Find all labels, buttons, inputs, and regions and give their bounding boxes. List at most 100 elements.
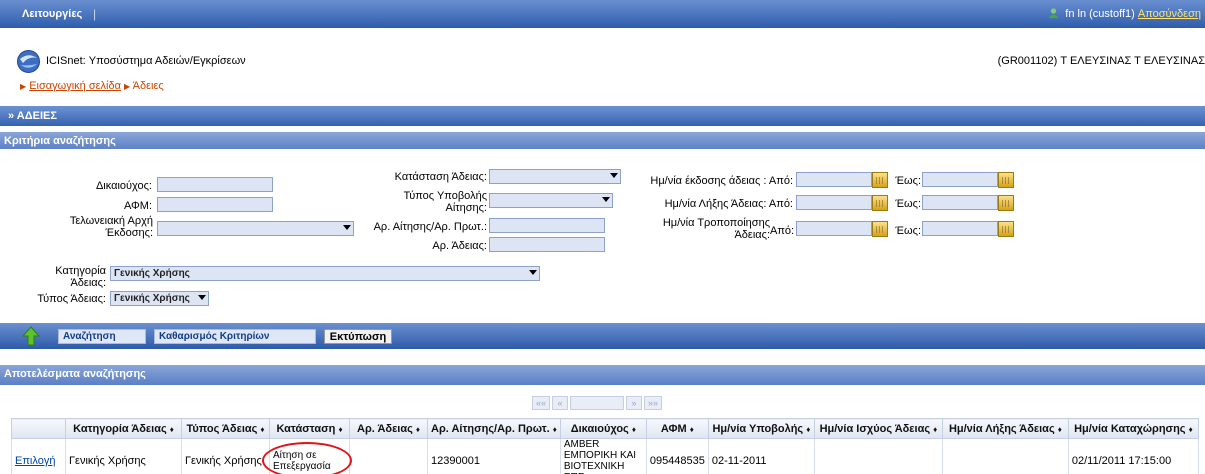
results-title: Αποτελέσματα αναζήτησης: [4, 368, 146, 380]
license-no-input[interactable]: [489, 237, 605, 252]
top-menu-bar: Λειτουργίες | fn ln (custoff1) Αποσύνδεσ…: [0, 0, 1205, 28]
calendar-icon[interactable]: [998, 195, 1014, 211]
row-license-no: [349, 438, 428, 474]
column-header-expiry-date[interactable]: Ημ/νία Λήξης Άδειας ♦: [941, 418, 1069, 439]
afm-label: ΑΦΜ:: [123, 200, 152, 212]
pager-next-button[interactable]: »: [626, 396, 642, 410]
search-criteria-form: Δικαιούχος: ΑΦΜ: Τελωνειακή Αρχή Έκδοσης:…: [0, 149, 1205, 317]
license-no-label: Αρ. Άδειας:: [432, 240, 487, 252]
criteria-section-bar: Κριτήρια αναζήτησης: [0, 132, 1205, 150]
search-button[interactable]: Αναζήτηση: [58, 329, 146, 344]
modified-date-label: Ημ/νία Τροποποίησης Άδειας:: [662, 217, 770, 241]
icisnet-logo-icon: [17, 50, 40, 73]
chevron-down-icon: [529, 270, 537, 275]
column-header-owner[interactable]: Δικαιούχος ♦: [559, 418, 647, 439]
column-header-submit-date[interactable]: Ημ/νία Υποβολής ♦: [707, 418, 815, 439]
calendar-icon[interactable]: [998, 172, 1014, 188]
calendar-icon[interactable]: [872, 172, 888, 188]
app-title: ICISnet: Υποσύστημα Αδειών/Εγκρίσεων: [46, 55, 246, 67]
afm-input[interactable]: [157, 197, 273, 212]
column-header-select: [11, 418, 66, 439]
modified-date-to-label: Έως:: [895, 225, 921, 237]
modified-date-to-input[interactable]: [922, 221, 998, 236]
column-header-valid-date[interactable]: Ημ/νία Ισχύος Άδειας ♦: [813, 418, 943, 439]
office-select[interactable]: [157, 221, 354, 236]
row-submit-date: 02-11-2011: [707, 438, 815, 474]
arrow-up-icon[interactable]: [22, 326, 40, 346]
issue-date-from-input[interactable]: [796, 172, 872, 187]
modified-date-from-label: Από:: [770, 225, 795, 237]
submission-type-select[interactable]: [489, 193, 613, 208]
row-valid-date: [813, 438, 943, 474]
row-entry-date: 02/11/2011 17:15:00: [1067, 438, 1199, 474]
logout-link[interactable]: Αποσύνδεση: [1138, 8, 1201, 20]
holder-input[interactable]: [157, 177, 273, 192]
chevron-down-icon: [343, 225, 351, 230]
column-header-type[interactable]: Τύπος Άδειας ♦: [181, 418, 270, 439]
chevron-down-icon: [198, 295, 206, 300]
column-header-afm[interactable]: ΑΦΜ ♦: [645, 418, 709, 439]
row-request-no: 12390001: [427, 438, 561, 474]
breadcrumb-current: Άδειες: [132, 80, 164, 92]
pager-prev-button[interactable]: «: [552, 396, 568, 410]
issue-date-to-label: Έως:: [895, 175, 921, 187]
print-button[interactable]: Εκτύπωση: [324, 329, 392, 344]
menu-separator: |: [93, 7, 97, 21]
breadcrumb-home-link[interactable]: Εισαγωγική σελίδα: [29, 80, 121, 92]
row-owner: AMBER ΕΜΠΟΡΙΚΗ ΚΑΙ ΒΙΟΤΕΧΝΙΚΗ ΕΠΕ: [563, 439, 637, 474]
column-header-status[interactable]: Κατάσταση ♦: [269, 418, 350, 439]
issue-date-to-input[interactable]: [922, 172, 998, 187]
sort-icon: ♦: [552, 424, 557, 434]
column-header-category[interactable]: Κατηγορία Άδειας ♦: [65, 418, 182, 439]
row-category: Γενικής Χρήσης: [65, 438, 182, 474]
category-value: Γενικής Χρήσης: [114, 268, 190, 279]
calendar-icon[interactable]: [998, 221, 1014, 237]
app-header: ICISnet: Υποσύστημα Αδειών/Εγκρίσεων ▶ Ε…: [0, 40, 1205, 100]
status-select[interactable]: [489, 169, 621, 184]
row-owner-cell: AMBER ΕΜΠΟΡΙΚΗ ΚΑΙ ΒΙΟΤΕΧΝΙΚΗ ΕΠΕ: [559, 438, 647, 474]
user-icon: [1048, 8, 1059, 18]
pager-page-box: [570, 396, 624, 410]
page-title-bar: » ΑΔΕΙΕΣ: [0, 106, 1205, 126]
clear-criteria-button[interactable]: Καθαρισμός Κριτηρίων: [154, 329, 316, 344]
pager-first-button[interactable]: ««: [532, 396, 550, 410]
expiry-date-label: Ημ/νία Λήξης Άδειας: Από:: [664, 198, 793, 210]
type-value: Γενικής Χρήσης: [114, 293, 190, 304]
type-select[interactable]: Γενικής Χρήσης: [110, 291, 209, 306]
calendar-icon[interactable]: [872, 195, 888, 211]
issue-date-label: Ημ/νία έκδοσης άδειας : Από:: [650, 175, 793, 187]
modified-date-from-input[interactable]: [796, 221, 872, 236]
expiry-date-from-input[interactable]: [796, 195, 872, 210]
select-link[interactable]: Επιλογή: [15, 455, 55, 467]
results-section-bar: Αποτελέσματα αναζήτησης: [0, 365, 1205, 385]
request-no-label: Αρ. Αίτησης/Αρ. Πρωτ.:: [373, 221, 487, 233]
results-header-row: Κατηγορία Άδειας ♦ Τύπος Άδειας ♦ Κατάστ…: [11, 418, 1199, 439]
sort-icon: ♦: [415, 424, 420, 434]
row-type: Γενικής Χρήσης: [181, 438, 270, 474]
breadcrumb: ▶ Εισαγωγική σελίδα ▶ Άδειες: [20, 80, 164, 92]
chevron-down-icon: [602, 197, 610, 202]
search-toolbar: Αναζήτηση Καθαρισμός Κριτηρίων Εκτύπωση: [0, 323, 1205, 349]
criteria-title: Κριτήρια αναζήτησης: [4, 135, 116, 147]
type-label: Τύπος Άδειας:: [37, 293, 106, 305]
expiry-date-to-input[interactable]: [922, 195, 998, 210]
row-status: Αίτηση σε Επεξεργασία: [273, 450, 331, 472]
column-header-license-no[interactable]: Αρ. Άδειας ♦: [349, 418, 428, 439]
office-label: Τελωνειακή Αρχή Έκδοσης:: [69, 215, 153, 239]
calendar-icon[interactable]: [872, 221, 888, 237]
operations-menu[interactable]: Λειτουργίες: [22, 8, 82, 20]
column-header-request-no[interactable]: Αρ. Αίτησης/Αρ. Πρωτ. ♦: [427, 418, 561, 439]
sort-icon: ♦: [260, 424, 265, 434]
request-no-input[interactable]: [489, 218, 605, 233]
sort-icon: ♦: [1188, 424, 1193, 434]
holder-label: Δικαιούχος:: [95, 180, 152, 192]
breadcrumb-arrow-icon: ▶: [124, 82, 131, 91]
status-label: Κατάσταση Άδειας:: [394, 171, 487, 183]
pager-last-button[interactable]: »»: [644, 396, 662, 410]
sort-icon: ♦: [1057, 424, 1062, 434]
category-select[interactable]: Γενικής Χρήσης: [110, 266, 540, 281]
table-row[interactable]: Επιλογή Γενικής Χρήσης Γενικής Χρήσης Αί…: [11, 438, 1199, 474]
row-expiry-date: [941, 438, 1069, 474]
row-afm: 095448535: [645, 438, 709, 474]
column-header-entry-date[interactable]: Ημ/νία Καταχώρησης ♦: [1067, 418, 1199, 439]
